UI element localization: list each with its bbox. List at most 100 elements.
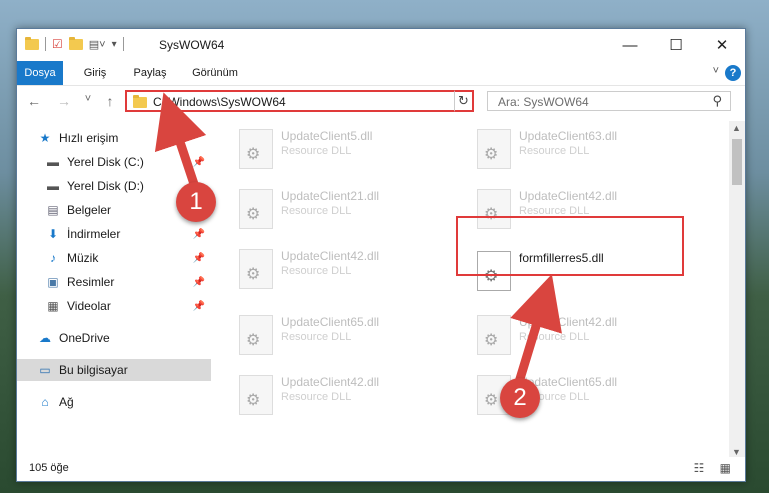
sidebar-item-this-pc[interactable]: ▭ Bu bilgisayar	[17, 359, 211, 381]
back-arrow-icon[interactable]: ←	[25, 93, 43, 109]
file-name: UpdateClient65.dll	[281, 315, 380, 329]
sidebar-item-network[interactable]: ⌂ Ağ	[37, 391, 211, 413]
file-list: ⚙ UpdateClient5.dll Resource DLL ⚙ Updat…	[215, 121, 725, 451]
step-two-badge: 2	[500, 378, 540, 418]
up-arrow-icon[interactable]: ↑	[101, 93, 119, 109]
step-one-badge: 1	[176, 182, 216, 222]
file-tile[interactable]: ⚙ UpdateClient42.dll Resource DLL	[231, 241, 451, 297]
file-name: UpdateClient63.dll	[519, 129, 618, 143]
highlight-box	[456, 216, 684, 276]
sidebar-item-music[interactable]: ♪ Müzik 📌	[45, 247, 211, 269]
drive-icon: ▬	[47, 155, 59, 169]
minimize-button[interactable]: —	[607, 29, 653, 61]
refresh-button[interactable]: ↻	[454, 90, 474, 112]
network-icon: ⌂	[41, 395, 49, 409]
close-button[interactable]: ✕	[699, 29, 745, 61]
dll-file-icon: ⚙	[239, 375, 273, 415]
gear-icon: ⚙	[246, 146, 261, 163]
sidebar-item-label: OneDrive	[59, 331, 110, 345]
sidebar-item-label: Yerel Disk (D:)	[67, 179, 144, 193]
sidebar-item-label: Bu bilgisayar	[59, 363, 128, 377]
cloud-icon: ☁	[39, 331, 51, 345]
scroll-down-icon[interactable]: ▼	[732, 447, 741, 457]
gear-icon: ⚙	[246, 392, 261, 409]
file-name: UpdateClient42.dll	[519, 315, 618, 329]
sidebar-item-videos[interactable]: ▦ Videolar 📌	[45, 295, 211, 317]
sidebar-item-label: İndirmeler	[67, 227, 121, 241]
download-icon: ⬇	[47, 227, 59, 241]
tab-share[interactable]: Paylaş	[127, 61, 173, 85]
tab-view[interactable]: Görünüm	[185, 61, 245, 85]
pin-icon[interactable]: 📌	[193, 157, 205, 168]
video-icon: ▦	[47, 299, 59, 313]
file-name: UpdateClient42.dll	[281, 375, 380, 389]
file-description: Resource DLL	[519, 331, 590, 343]
file-tile[interactable]: ⚙ UpdateClient21.dll Resource DLL	[231, 181, 451, 237]
properties-icon[interactable]: ☑	[52, 37, 63, 51]
quick-access-dropdown-icon[interactable]: ▾	[112, 39, 117, 50]
title-bar: ☑ ▤˅ ▾ SysWOW64 — ☐ ✕	[17, 29, 745, 61]
sidebar-item-label: Ağ	[59, 395, 74, 409]
navigation-bar: ← → ˅ ↑ C:\Windows\SysWOW64 ˅ ↻ Ara: Sys…	[17, 85, 745, 121]
dll-file-icon: ⚙	[239, 249, 273, 289]
navigation-pane: ★ Hızlı erişim ▬ Yerel Disk (C:) 📌 ▬ Yer…	[17, 121, 211, 451]
pin-icon[interactable]: 📌	[193, 253, 205, 264]
sidebar-item-local-disk-c[interactable]: ▬ Yerel Disk (C:) 📌	[45, 151, 211, 173]
item-count: 105 öğe	[29, 462, 69, 474]
search-icon[interactable]: ⚲	[712, 93, 722, 109]
forward-arrow-icon[interactable]: →	[55, 93, 73, 109]
file-tile[interactable]: ⚙ UpdateClient65.dll Resource DLL	[231, 307, 451, 363]
file-description: Resource DLL	[281, 391, 352, 403]
file-description: Resource DLL	[281, 265, 352, 277]
maximize-button[interactable]: ☐	[653, 29, 699, 61]
new-folder-icon[interactable]	[68, 36, 83, 50]
view-toggle-icons[interactable]: ☷ ▦	[694, 461, 737, 475]
gear-icon: ⚙	[246, 206, 261, 223]
document-icon: ▤	[47, 203, 59, 217]
vertical-scrollbar[interactable]: ▲ ▼	[729, 121, 745, 461]
file-name: UpdateClient42.dll	[519, 189, 618, 203]
dll-file-icon: ⚙	[477, 315, 511, 355]
sidebar-item-label: Müzik	[67, 251, 99, 265]
ribbon: Dosya Giriş Paylaş Görünüm ˅ ?	[17, 61, 745, 86]
folder-icon[interactable]	[25, 36, 39, 50]
gear-icon: ⚙	[246, 266, 261, 283]
file-description: Resource DLL	[281, 205, 352, 217]
pin-icon[interactable]: 📌	[193, 229, 205, 240]
scroll-up-icon[interactable]: ▲	[732, 123, 741, 133]
dll-file-icon: ⚙	[239, 129, 273, 169]
file-tile[interactable]: ⚙ UpdateClient5.dll Resource DLL	[231, 121, 451, 177]
quick-access-toolbar: ☑ ▤˅ ▾	[25, 36, 124, 51]
gear-icon: ⚙	[484, 146, 499, 163]
tab-home[interactable]: Giriş	[75, 61, 115, 85]
sidebar-item-label: Yerel Disk (C:)	[67, 155, 144, 169]
address-bar[interactable]: C:\Windows\SysWOW64 ˅	[125, 90, 471, 112]
star-icon: ★	[39, 131, 51, 145]
chevron-down-icon[interactable]: ˅	[713, 65, 719, 77]
sidebar-item-quick-access[interactable]: ★ Hızlı erişim	[37, 127, 231, 149]
file-tile[interactable]: ⚙ UpdateClient63.dll Resource DLL	[469, 121, 689, 177]
file-tile[interactable]: ⚙ UpdateClient42.dll Resource DLL	[231, 367, 451, 423]
gear-icon: ⚙	[246, 332, 261, 349]
address-path[interactable]: C:\Windows\SysWOW64	[153, 95, 286, 109]
drive-icon: ▬	[47, 179, 59, 193]
pin-icon[interactable]: 📌	[193, 301, 205, 312]
help-icon[interactable]: ?	[725, 65, 741, 81]
pin-icon[interactable]: 📌	[193, 277, 205, 288]
picture-icon: ▣	[47, 275, 59, 289]
sidebar-item-onedrive[interactable]: ☁ OneDrive	[37, 327, 211, 349]
search-input[interactable]: Ara: SysWOW64 ⚲	[487, 91, 731, 111]
divider	[122, 37, 124, 51]
sidebar-item-pictures[interactable]: ▣ Resimler 📌	[45, 271, 211, 293]
recent-locations-icon[interactable]: ˅	[79, 93, 97, 105]
tab-file[interactable]: Dosya	[17, 61, 63, 85]
file-tile[interactable]: ⚙ UpdateClient42.dll Resource DLL	[469, 307, 689, 363]
sidebar-item-downloads[interactable]: ⬇ İndirmeler 📌	[45, 223, 211, 245]
file-description: Resource DLL	[519, 145, 590, 157]
window-title: SysWOW64	[159, 38, 225, 52]
scrollbar-thumb[interactable]	[732, 139, 742, 185]
file-name: UpdateClient5.dll	[281, 129, 373, 143]
customize-toolbar-icon[interactable]: ▤˅	[89, 38, 106, 51]
status-bar: 105 öğe ☷ ▦	[17, 457, 745, 481]
computer-icon: ▭	[39, 363, 51, 377]
